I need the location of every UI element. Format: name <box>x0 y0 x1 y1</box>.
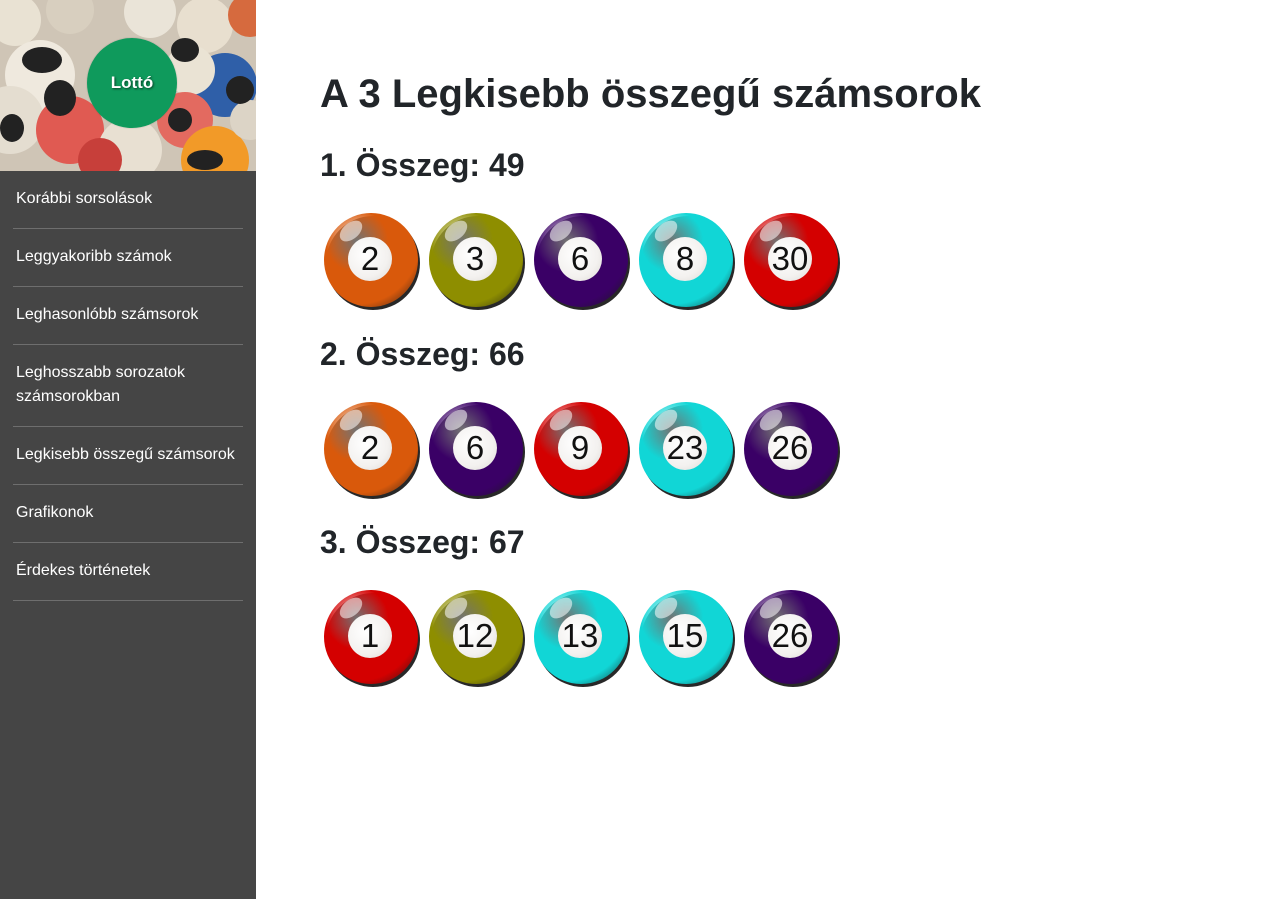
ball-body: 2 <box>324 402 418 496</box>
ball-number: 8 <box>663 237 707 281</box>
ball-body: 2 <box>324 213 418 307</box>
lottery-ball: 2 <box>324 213 420 310</box>
sum-group-2: 2. Összeg: 66 2 6 9 23 26 <box>320 334 840 499</box>
ball-body: 23 <box>639 402 733 496</box>
ball-body: 30 <box>744 213 838 307</box>
lottery-ball: 1 <box>324 590 420 687</box>
ball-number: 15 <box>663 614 707 658</box>
app-layout: Lottó Korábbi sorsolások Leggyakoribb sz… <box>0 0 1280 899</box>
nav-item-grafikonok[interactable]: Grafikonok <box>13 485 243 543</box>
page-title: A 3 Legkisebb összegű számsorok <box>320 72 981 116</box>
ball-row: 2 6 9 23 26 <box>324 402 840 499</box>
sidebar-nav: Korábbi sorsolások Leggyakoribb számok L… <box>0 171 256 601</box>
ball-number: 6 <box>453 426 497 470</box>
ball-row: 2 3 6 8 30 <box>324 213 840 310</box>
ball-number: 23 <box>663 426 707 470</box>
nav-item-leggyakoribb-szamok[interactable]: Leggyakoribb számok <box>13 229 243 287</box>
ball-body: 13 <box>534 590 628 684</box>
sidebar-hero-image: Lottó <box>0 0 256 171</box>
lottery-ball: 26 <box>744 402 840 499</box>
sum-group-3: 3. Összeg: 67 1 12 13 15 26 <box>320 522 840 687</box>
lottery-ball: 8 <box>639 213 735 310</box>
ball-body: 26 <box>744 590 838 684</box>
ball-number: 2 <box>348 426 392 470</box>
ball-body: 3 <box>429 213 523 307</box>
ball-number: 3 <box>453 237 497 281</box>
nav-item-legkisebb-osszegu[interactable]: Legkisebb összegű számsorok <box>13 427 243 485</box>
lottery-ball: 15 <box>639 590 735 687</box>
lottery-ball: 26 <box>744 590 840 687</box>
lottery-ball: 2 <box>324 402 420 499</box>
sum-heading: 3. Összeg: 67 <box>320 524 525 560</box>
ball-body: 26 <box>744 402 838 496</box>
lottery-ball: 6 <box>429 402 525 499</box>
ball-number: 9 <box>558 426 602 470</box>
ball-number: 13 <box>558 614 602 658</box>
ball-number: 2 <box>348 237 392 281</box>
lottery-ball: 6 <box>534 213 630 310</box>
lottery-ball: 12 <box>429 590 525 687</box>
lottery-ball: 3 <box>429 213 525 310</box>
nav-item-erdekes-tortenetek[interactable]: Érdekes történetek <box>13 543 243 601</box>
lottery-ball: 13 <box>534 590 630 687</box>
ball-number: 1 <box>348 614 392 658</box>
lottery-ball: 9 <box>534 402 630 499</box>
lotto-logo[interactable]: Lottó <box>87 38 177 128</box>
ball-body: 9 <box>534 402 628 496</box>
sidebar: Lottó Korábbi sorsolások Leggyakoribb sz… <box>0 0 256 899</box>
ball-body: 8 <box>639 213 733 307</box>
ball-number: 12 <box>453 614 497 658</box>
ball-number: 26 <box>768 426 812 470</box>
ball-body: 6 <box>534 213 628 307</box>
sum-heading: 2. Összeg: 66 <box>320 336 525 372</box>
sum-group-1: 1. Összeg: 49 2 3 6 8 30 <box>320 145 840 310</box>
ball-body: 6 <box>429 402 523 496</box>
ball-number: 30 <box>768 237 812 281</box>
lottery-ball: 23 <box>639 402 735 499</box>
ball-row: 1 12 13 15 26 <box>324 590 840 687</box>
nav-item-leghosszabb-sorozatok[interactable]: Leghosszabb sorozatok számsorokban <box>13 345 243 427</box>
ball-number: 26 <box>768 614 812 658</box>
nav-item-korabbi-sorsolasok[interactable]: Korábbi sorsolások <box>13 171 243 229</box>
ball-body: 15 <box>639 590 733 684</box>
nav-item-leghasonlobb-szamsorok[interactable]: Leghasonlóbb számsorok <box>13 287 243 345</box>
ball-body: 12 <box>429 590 523 684</box>
ball-number: 6 <box>558 237 602 281</box>
lottery-ball: 30 <box>744 213 840 310</box>
ball-body: 1 <box>324 590 418 684</box>
sum-heading: 1. Összeg: 49 <box>320 147 525 183</box>
